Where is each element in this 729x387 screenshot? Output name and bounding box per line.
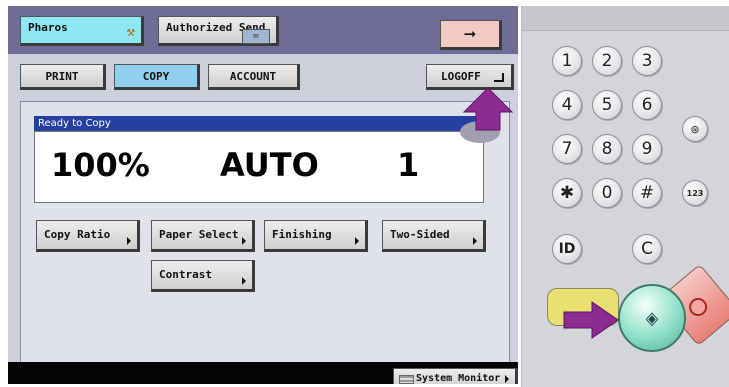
key-1[interactable]: 1 (552, 46, 582, 76)
copy-ratio-label: Copy Ratio (44, 228, 111, 241)
paper-select-button[interactable]: Paper Select (151, 220, 255, 252)
triangle-right-icon (127, 237, 131, 245)
start-stop-area: ◈ (522, 263, 729, 387)
tab-print-label: PRINT (45, 69, 79, 83)
key-hash[interactable]: # (632, 178, 662, 208)
tab-account[interactable]: ACCOUNT (208, 64, 300, 90)
panel-top-strip (522, 6, 729, 31)
key-0[interactable]: 0 (592, 178, 622, 208)
counter-icon: 123 (686, 188, 704, 198)
send-envelope-icon: ✉ (242, 29, 270, 44)
triangle-right-icon (505, 375, 509, 383)
key-star[interactable]: ✱ (552, 178, 582, 208)
triangle-right-icon (355, 237, 359, 245)
key-9[interactable]: 9 (632, 134, 662, 164)
key-7[interactable]: 7 (552, 134, 582, 164)
contrast-button[interactable]: Contrast (151, 260, 255, 292)
stop-icon (689, 298, 708, 317)
copy-ratio-value: 100% (51, 146, 150, 184)
paper-select-label: Paper Select (159, 228, 239, 241)
key-2[interactable]: 2 (592, 46, 622, 76)
tab-print[interactable]: PRINT (20, 64, 106, 90)
triangle-right-icon (242, 277, 246, 285)
start-button[interactable]: ◈ (618, 284, 686, 352)
status-message: Ready to Copy (34, 116, 484, 131)
copies-value: 1 (397, 146, 420, 184)
tab-row: PRINT COPY ACCOUNT LOGOFF (8, 54, 518, 106)
arrow-pointer-icon (460, 87, 514, 143)
copy-ratio-button[interactable]: Copy Ratio (36, 220, 140, 252)
hardware-keypad-panel: 1 2 3 4 5 6 7 8 9 ✱ 0 # ID C ⊛ 123 ◈ (521, 6, 729, 387)
right-arrow-icon: ➞ (463, 22, 477, 46)
settings-key[interactable]: ⊛ (682, 116, 708, 142)
two-sided-label: Two-Sided (390, 228, 450, 241)
tab-copy-label: COPY (142, 69, 170, 83)
system-monitor-label: System Monitor (416, 372, 501, 384)
finishing-label: Finishing (272, 228, 332, 241)
clear-key[interactable]: C (632, 234, 662, 264)
touch-screen: Pharos ⚒ Authorized Send ✉ ➞ PRINT COPY … (8, 6, 518, 384)
contrast-label: Contrast (159, 268, 212, 281)
asterisk-circle-icon: ⊛ (690, 122, 700, 136)
key-5[interactable]: 5 (592, 90, 622, 120)
arrow-pointer-icon (563, 301, 619, 339)
key-4[interactable]: 4 (552, 90, 582, 120)
key-6[interactable]: 6 (632, 90, 662, 120)
triangle-right-icon (473, 237, 477, 245)
paper-value: AUTO (220, 146, 319, 184)
return-icon (494, 73, 504, 82)
pharos-button[interactable]: Pharos ⚒ (20, 16, 144, 46)
finishing-button[interactable]: Finishing (264, 220, 368, 252)
authorized-send-button[interactable]: Authorized Send ✉ (158, 16, 279, 46)
two-sided-button[interactable]: Two-Sided (382, 220, 486, 252)
logoff-label: LOGOFF (441, 69, 481, 83)
key-8[interactable]: 8 (592, 134, 622, 164)
next-arrow-button[interactable]: ➞ (440, 20, 502, 50)
pharos-logo-icon: ⚒ (126, 24, 135, 40)
monitor-icon (399, 375, 414, 384)
start-diamond-icon: ◈ (645, 307, 659, 329)
copy-settings-display: 100% AUTO 1 (34, 131, 484, 203)
tab-account-label: ACCOUNT (229, 69, 277, 83)
counter-check-key[interactable]: 123 (682, 180, 708, 206)
key-3[interactable]: 3 (632, 46, 662, 76)
tab-copy[interactable]: COPY (114, 64, 200, 90)
triangle-right-icon (242, 237, 246, 245)
system-monitor-button[interactable]: System Monitor (393, 368, 518, 384)
id-key[interactable]: ID (552, 234, 582, 264)
pharos-label: Pharos (28, 21, 68, 34)
